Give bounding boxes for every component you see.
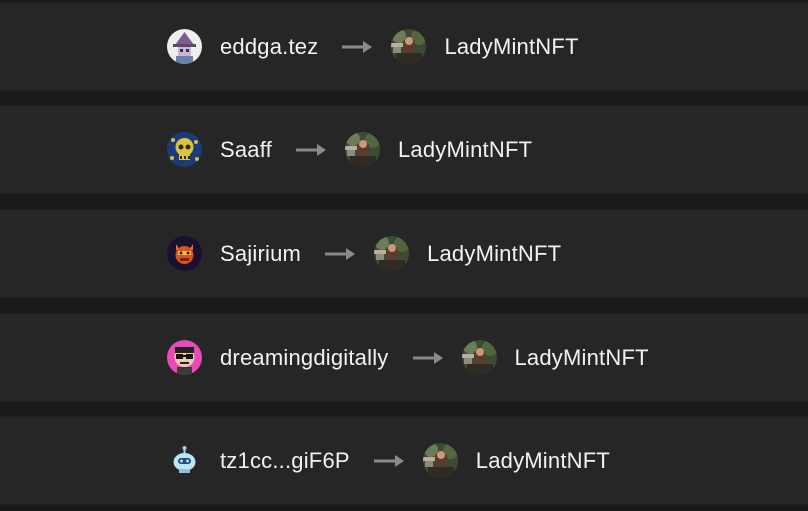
skull-avatar-icon[interactable] <box>167 132 202 167</box>
arrow-right-icon <box>295 143 326 156</box>
receiver-name[interactable]: LadyMintNFT <box>515 345 649 371</box>
transfer-row-content: dreamingdigitally LadyMintNFT <box>167 314 649 401</box>
transfer-row: Saaff LadyMintNFT <box>0 105 808 194</box>
transfer-row: dreamingdigitally LadyMintNFT <box>0 313 808 402</box>
photo-avatar-icon[interactable] <box>344 132 380 167</box>
sender-name[interactable]: Sajirium <box>220 241 301 267</box>
robot-avatar-icon[interactable] <box>167 443 202 478</box>
wizard-avatar-icon[interactable] <box>167 29 202 64</box>
transfer-row: Sajirium LadyMintNFT <box>0 209 808 298</box>
sender-name[interactable]: dreamingdigitally <box>220 345 389 371</box>
arrow-right-icon <box>373 454 404 467</box>
receiver-name[interactable]: LadyMintNFT <box>444 34 578 60</box>
transfer-row-content: Sajirium LadyMintNFT <box>167 210 561 297</box>
transfer-row: tz1cc...giF6P LadyMintNFT <box>0 416 808 505</box>
transfer-feed: eddga.tez LadyMintNFT Saaff LadyMintNFT … <box>0 0 808 511</box>
transfer-row-content: tz1cc...giF6P LadyMintNFT <box>167 417 610 504</box>
sender-name[interactable]: tz1cc...giF6P <box>220 448 350 474</box>
transfer-row: eddga.tez LadyMintNFT <box>0 2 808 91</box>
photo-avatar-icon[interactable] <box>391 29 427 64</box>
receiver-name[interactable]: LadyMintNFT <box>427 241 561 267</box>
mask-avatar-icon[interactable] <box>167 236 202 271</box>
photo-avatar-icon[interactable] <box>461 340 497 375</box>
arrow-right-icon <box>325 247 356 260</box>
transfer-row-content: Saaff LadyMintNFT <box>167 106 532 193</box>
sunglasses-avatar-icon[interactable] <box>167 340 202 375</box>
sender-name[interactable]: eddga.tez <box>220 34 318 60</box>
sender-name[interactable]: Saaff <box>220 137 272 163</box>
arrow-right-icon <box>342 40 373 53</box>
receiver-name[interactable]: LadyMintNFT <box>476 448 610 474</box>
receiver-name[interactable]: LadyMintNFT <box>398 137 532 163</box>
transfer-row-content: eddga.tez LadyMintNFT <box>167 3 579 90</box>
photo-avatar-icon[interactable] <box>422 443 458 478</box>
arrow-right-icon <box>412 351 443 364</box>
photo-avatar-icon[interactable] <box>374 236 410 271</box>
